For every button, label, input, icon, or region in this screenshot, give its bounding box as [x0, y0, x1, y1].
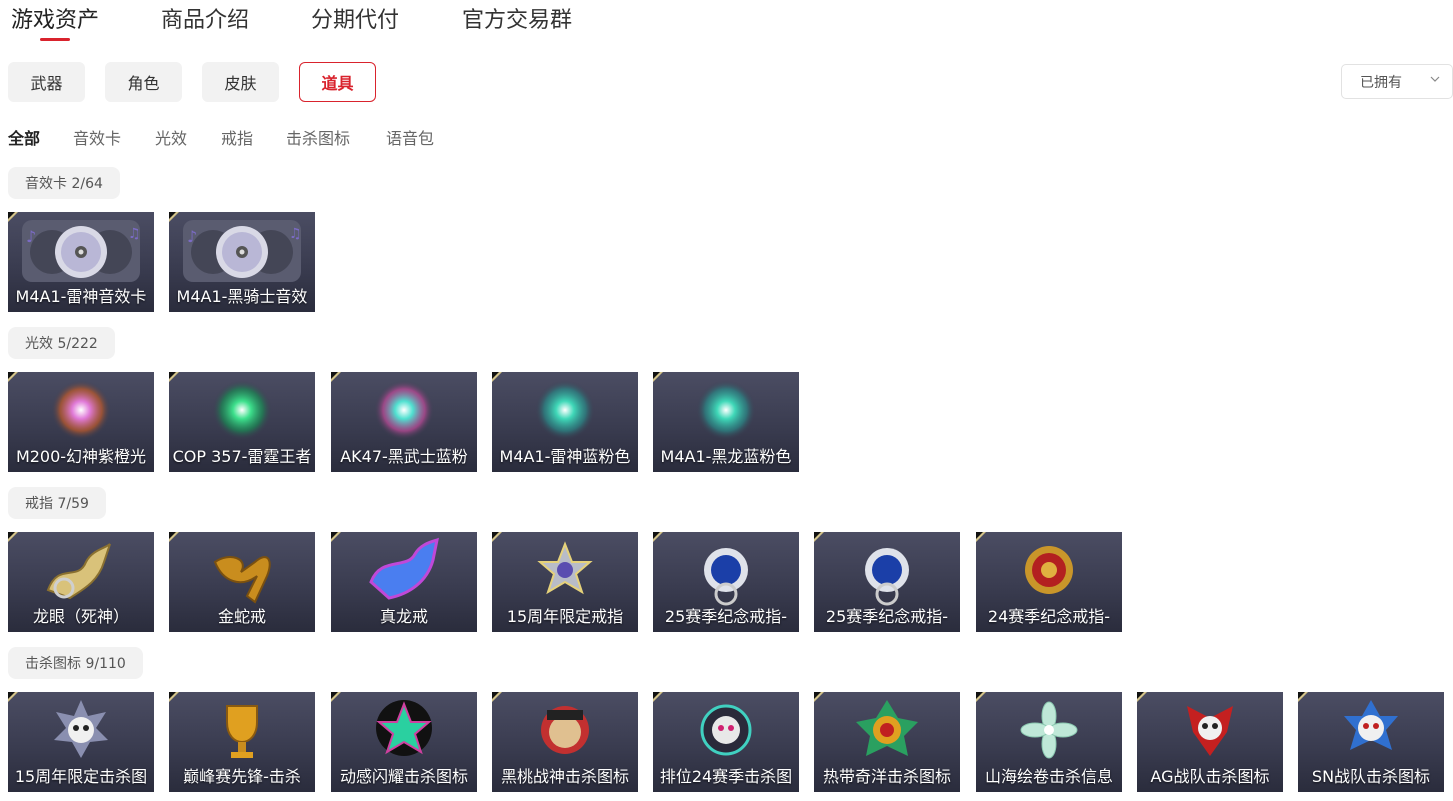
corner-marker-inner: [8, 532, 15, 539]
item-name: 黑桃战神击杀图标: [500, 767, 629, 786]
section-label-sound-card: 音效卡 2/64: [8, 167, 120, 199]
item-card[interactable]: COP 357-雷霆王者: [169, 372, 315, 472]
item-card[interactable]: 金蛇戒: [169, 532, 315, 632]
corner-marker-inner: [8, 692, 15, 699]
item-name: M200-幻神紫橙光: [15, 447, 147, 466]
corner-marker-inner: [976, 692, 983, 699]
subtab-kill-icon[interactable]: 击杀图标: [286, 125, 350, 149]
item-card[interactable]: ♪ ♫ M4A1-黑骑士音效: [169, 212, 315, 312]
corner-marker-inner: [492, 532, 499, 539]
corner-marker-inner: [8, 372, 15, 379]
item-name: SN战队击杀图标: [1311, 767, 1431, 786]
item-card[interactable]: AK47-黑武士蓝粉: [331, 372, 477, 472]
tab-trade-group[interactable]: 官方交易群: [462, 2, 572, 34]
corner-marker-inner: [169, 532, 176, 539]
corner-marker-inner: [976, 532, 983, 539]
item-name: 24赛季纪念戒指-: [987, 607, 1111, 626]
subtab-light-effect[interactable]: 光效: [155, 125, 187, 149]
item-name: M4A1-雷神音效卡: [15, 287, 147, 306]
tab-product-intro[interactable]: 商品介绍: [161, 2, 249, 34]
corner-marker-inner: [331, 372, 338, 379]
tab-label: 游戏资产: [11, 8, 100, 33]
item-card[interactable]: 15周年限定戒指: [492, 532, 638, 632]
tab-label: 分期代付: [311, 8, 400, 33]
subtab-ring[interactable]: 戒指: [221, 125, 253, 149]
svg-text:♫: ♫: [128, 226, 141, 242]
item-card[interactable]: 24赛季纪念戒指-: [976, 532, 1122, 632]
item-name: AG战队击杀图标: [1150, 767, 1270, 786]
subtab-sound-card[interactable]: 音效卡: [73, 125, 121, 149]
item-card[interactable]: 25赛季纪念戒指-: [653, 532, 799, 632]
subtab-voice-pack[interactable]: 语音包: [386, 125, 434, 149]
item-name: 巅峰赛先锋-击杀: [183, 767, 301, 786]
corner-marker-inner: [169, 372, 176, 379]
svg-text:♪: ♪: [26, 227, 36, 246]
item-name: 热带奇洋击杀图标: [822, 767, 951, 786]
ownership-filter-select[interactable]: 已拥有: [1341, 64, 1453, 99]
item-card[interactable]: 排位24赛季击杀图: [653, 692, 799, 792]
tab-label: 商品介绍: [161, 8, 250, 33]
item-name: 25赛季纪念戒指-: [664, 607, 788, 626]
corner-marker-inner: [169, 212, 176, 219]
corner-marker-inner: [653, 692, 660, 699]
corner-marker-inner: [492, 372, 499, 379]
section-label-ring: 戒指 7/59: [8, 487, 106, 519]
item-card[interactable]: 黑桃战神击杀图标: [492, 692, 638, 792]
section-label-kill-icon: 击杀图标 9/110: [8, 647, 143, 679]
item-card[interactable]: 15周年限定击杀图: [8, 692, 154, 792]
item-name: 金蛇戒: [217, 607, 266, 626]
corner-marker-inner: [8, 212, 15, 219]
tab-installment[interactable]: 分期代付: [311, 2, 399, 34]
item-name: M4A1-雷神蓝粉色: [499, 447, 631, 466]
item-card[interactable]: SN战队击杀图标: [1298, 692, 1444, 792]
item-card[interactable]: 25赛季纪念戒指-: [814, 532, 960, 632]
item-card[interactable]: ♪ ♫ M4A1-雷神音效卡: [8, 212, 154, 312]
item-card[interactable]: AG战队击杀图标: [1137, 692, 1283, 792]
corner-marker-inner: [1137, 692, 1144, 699]
corner-marker-inner: [331, 692, 338, 699]
category-roles-button[interactable]: 角色: [105, 62, 182, 102]
item-name: 龙眼（死神）: [32, 607, 129, 626]
corner-marker-inner: [653, 532, 660, 539]
svg-text:♫: ♫: [289, 226, 302, 242]
item-card[interactable]: M4A1-雷神蓝粉色: [492, 372, 638, 472]
item-name: COP 357-雷霆王者: [172, 447, 312, 466]
category-skins-button[interactable]: 皮肤: [202, 62, 279, 102]
corner-marker-inner: [814, 532, 821, 539]
item-card[interactable]: 动感闪耀击杀图标: [331, 692, 477, 792]
item-name: M4A1-黑龙蓝粉色: [660, 447, 792, 466]
item-name: 山海绘卷击杀信息: [984, 767, 1113, 786]
item-card[interactable]: 巅峰赛先锋-击杀: [169, 692, 315, 792]
item-name: 25赛季纪念戒指-: [825, 607, 949, 626]
corner-marker-inner: [492, 692, 499, 699]
item-card[interactable]: 山海绘卷击杀信息: [976, 692, 1122, 792]
corner-marker-inner: [814, 692, 821, 699]
chevron-down-icon: [1430, 76, 1440, 82]
active-tab-indicator: [40, 38, 70, 41]
item-card[interactable]: 龙眼（死神）: [8, 532, 154, 632]
section-label-light-effect: 光效 5/222: [8, 327, 115, 359]
item-card[interactable]: M4A1-黑龙蓝粉色: [653, 372, 799, 472]
item-name: 动感闪耀击杀图标: [339, 767, 468, 786]
item-card[interactable]: 真龙戒: [331, 532, 477, 632]
category-items-button[interactable]: 道具: [299, 62, 376, 102]
subtab-all[interactable]: 全部: [8, 125, 40, 149]
filter-selected-value: 已拥有: [1360, 74, 1402, 91]
tab-label: 官方交易群: [462, 8, 573, 33]
category-weapons-button[interactable]: 武器: [8, 62, 85, 102]
tab-game-assets[interactable]: 游戏资产: [11, 2, 100, 41]
svg-text:♪: ♪: [187, 227, 197, 246]
item-name: 排位24赛季击杀图: [659, 767, 793, 786]
item-card[interactable]: M200-幻神紫橙光: [8, 372, 154, 472]
item-name: AK47-黑武士蓝粉: [340, 447, 468, 466]
item-card[interactable]: 热带奇洋击杀图标: [814, 692, 960, 792]
item-name: 15周年限定戒指: [506, 607, 624, 626]
item-name: 15周年限定击杀图: [14, 767, 148, 786]
corner-marker-inner: [331, 532, 338, 539]
item-name: M4A1-黑骑士音效: [176, 287, 308, 306]
corner-marker-inner: [1298, 692, 1305, 699]
corner-marker-inner: [653, 372, 660, 379]
corner-marker-inner: [169, 692, 176, 699]
item-name: 真龙戒: [379, 607, 428, 626]
